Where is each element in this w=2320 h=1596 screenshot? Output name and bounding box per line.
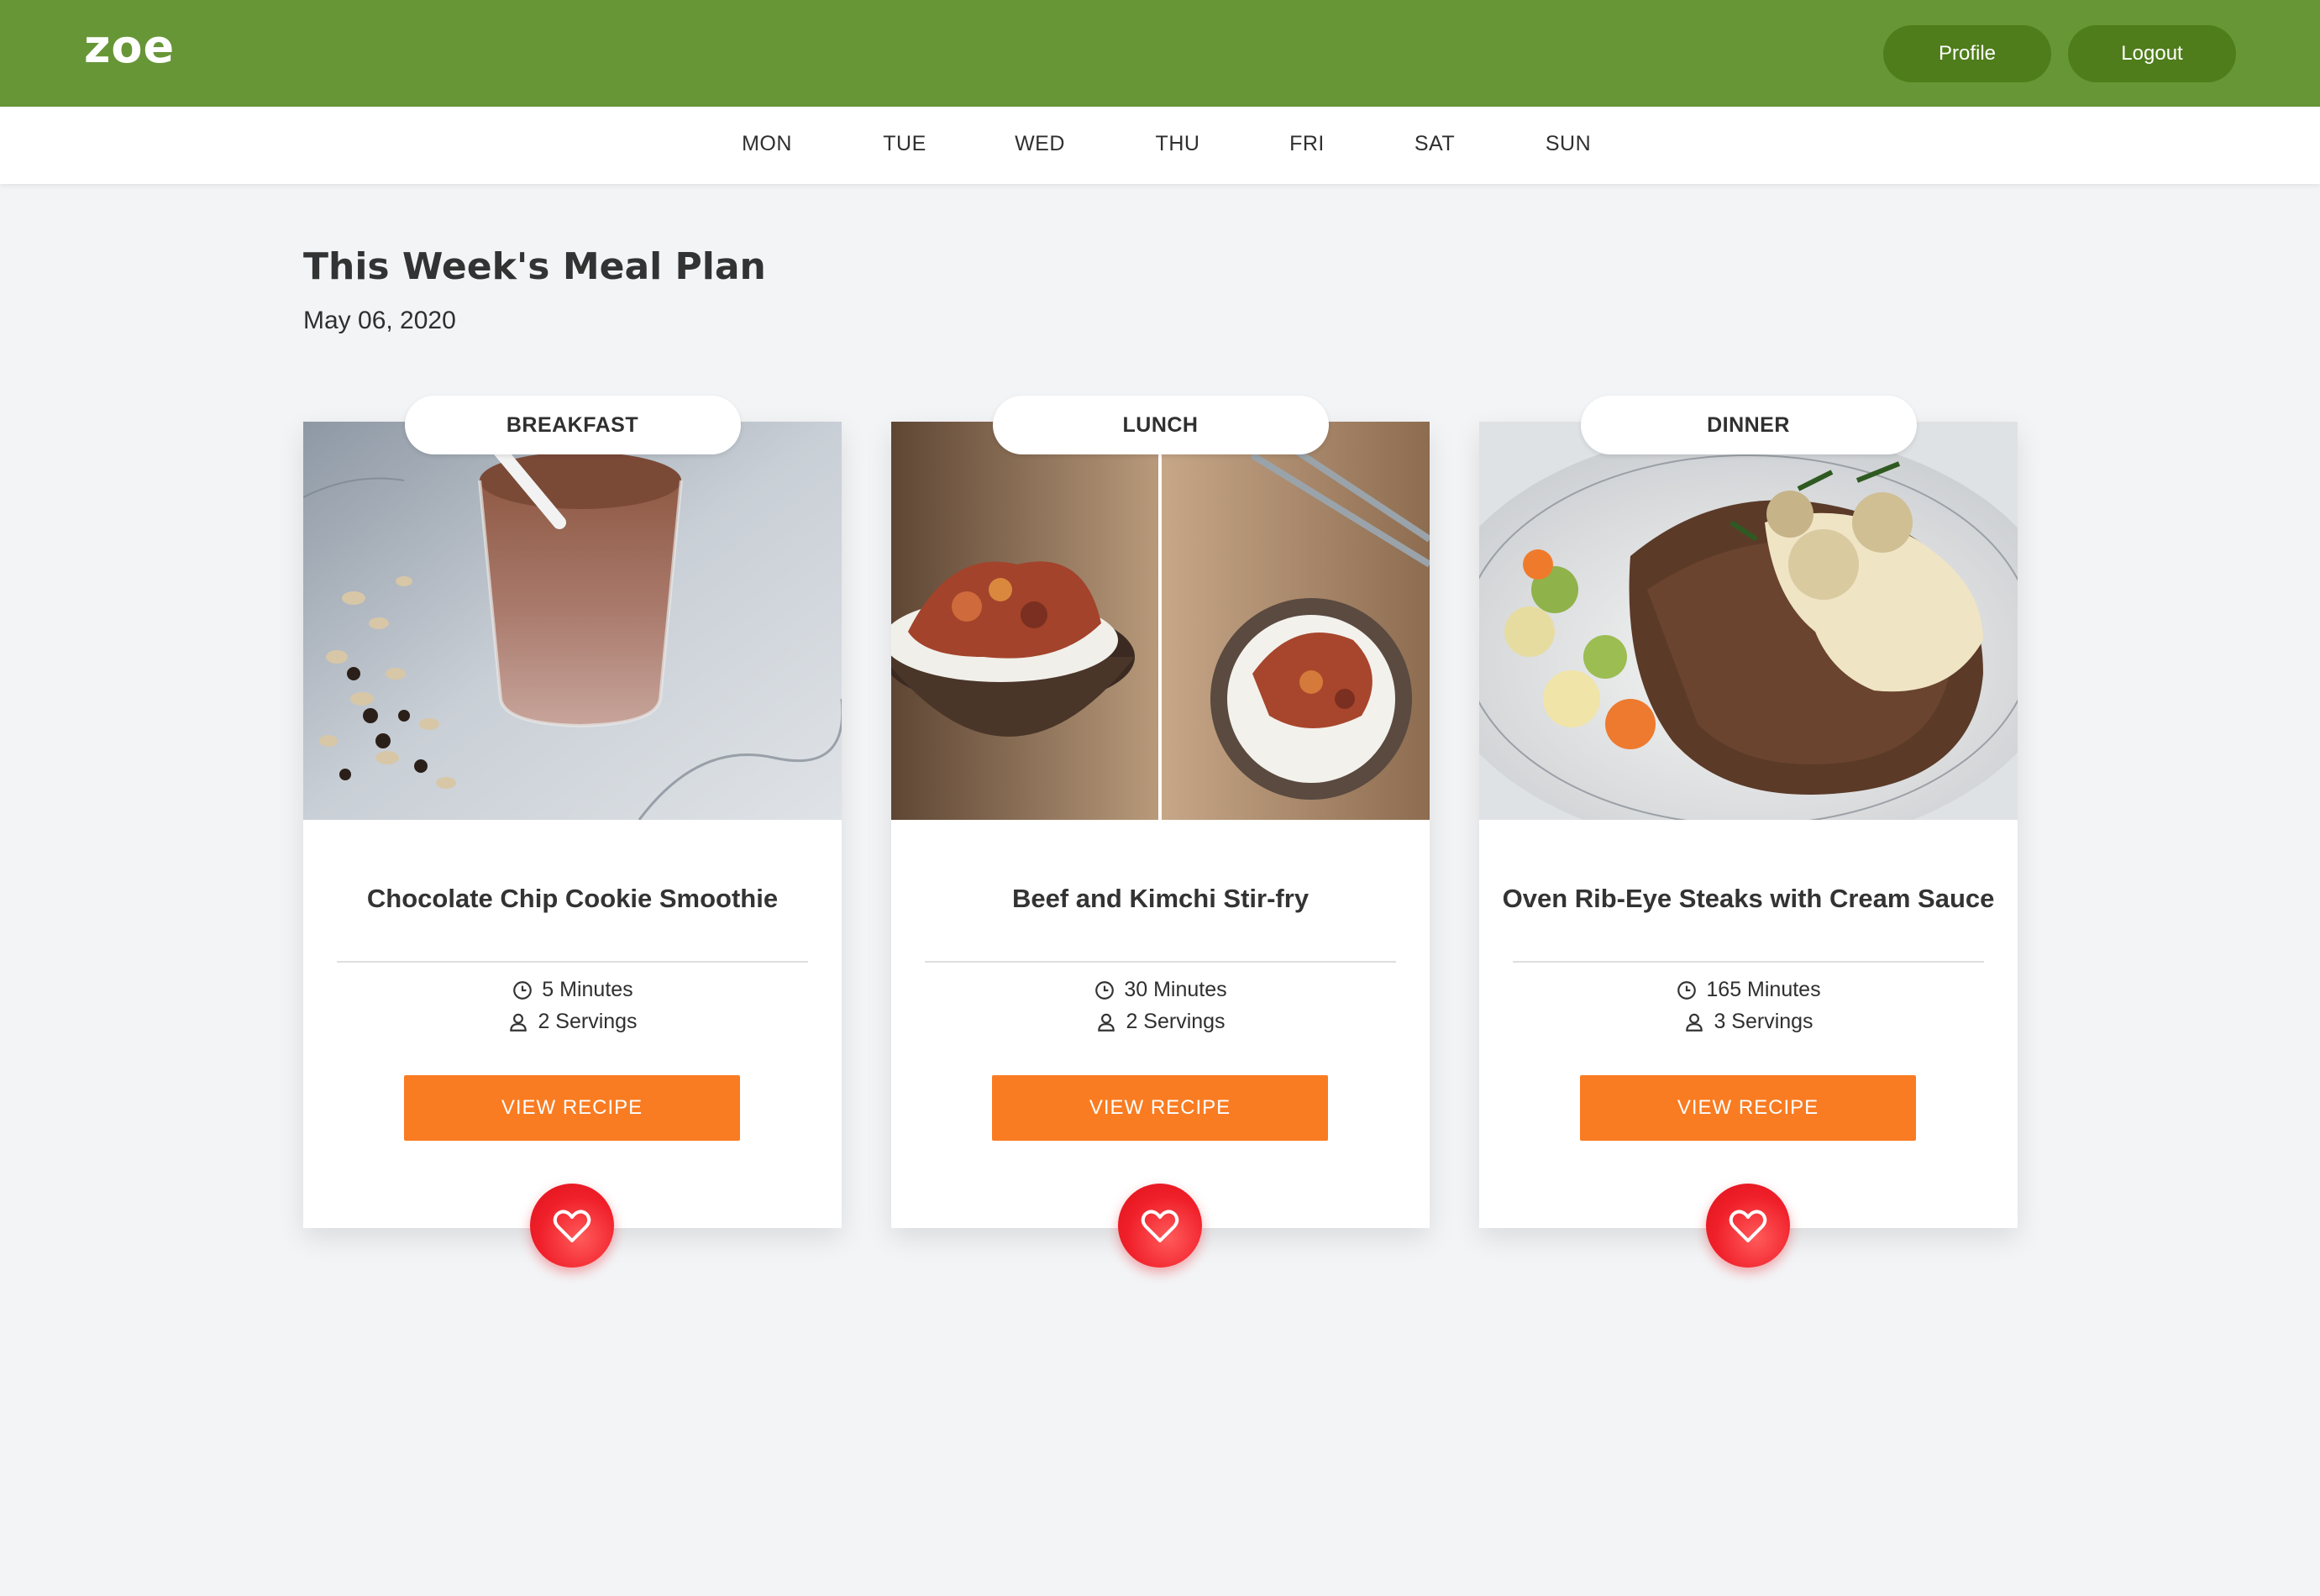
- servings-text: 3 Servings: [1714, 1010, 1813, 1033]
- cook-time-text: 5 Minutes: [542, 978, 633, 1001]
- meal-type-label: BREAKFAST: [404, 396, 741, 454]
- cook-time: 165 Minutes: [1479, 978, 2018, 1002]
- favorite-button[interactable]: [530, 1184, 614, 1268]
- day-tab-mon[interactable]: MON: [742, 132, 792, 156]
- person-icon: [1686, 1013, 1703, 1032]
- cook-time: 30 Minutes: [891, 978, 1430, 1002]
- day-tab-wed[interactable]: WED: [1015, 132, 1065, 156]
- servings-text: 2 Servings: [538, 1010, 638, 1033]
- logout-button[interactable]: Logout: [2068, 25, 2236, 82]
- person-icon: [1098, 1013, 1115, 1032]
- clock-icon: [1677, 980, 1697, 1000]
- day-tab-tue[interactable]: TUE: [883, 132, 926, 156]
- heart-icon: [553, 1210, 591, 1242]
- meal-type-label: LUNCH: [992, 396, 1329, 454]
- cook-time-text: 165 Minutes: [1706, 978, 1821, 1001]
- clock-icon: [1095, 980, 1115, 1000]
- day-tab-thu[interactable]: THU: [1156, 132, 1200, 156]
- cook-time: 5 Minutes: [303, 978, 842, 1002]
- meal-type-label: DINNER: [1580, 396, 1917, 454]
- recipe-image[interactable]: [303, 422, 842, 820]
- person-icon: [510, 1013, 528, 1032]
- favorite-button[interactable]: [1706, 1184, 1790, 1268]
- day-navigation: MON TUE WED THU FRI SAT SUN: [0, 107, 2320, 184]
- top-header: zoe Profile Logout: [0, 0, 2320, 107]
- day-tab-sat[interactable]: SAT: [1415, 132, 1455, 156]
- view-recipe-button[interactable]: VIEW RECIPE: [992, 1075, 1328, 1141]
- recipe-title[interactable]: Chocolate Chip Cookie Smoothie: [303, 884, 842, 914]
- cook-time-text: 30 Minutes: [1124, 978, 1227, 1001]
- day-tab-sun[interactable]: SUN: [1546, 132, 1591, 156]
- recipe-image[interactable]: [891, 422, 1430, 820]
- divider: [337, 961, 808, 963]
- servings: 2 Servings: [891, 1010, 1430, 1034]
- view-recipe-button[interactable]: VIEW RECIPE: [404, 1075, 740, 1141]
- day-tab-fri[interactable]: FRI: [1289, 132, 1325, 156]
- recipe-title[interactable]: Beef and Kimchi Stir-fry: [891, 884, 1430, 914]
- page-title: This Week's Meal Plan: [303, 245, 766, 288]
- meal-card-lunch: LUNCH Beef and Kimchi Stir-fry 30 Minute…: [891, 396, 1430, 1268]
- divider: [925, 961, 1396, 963]
- heart-icon: [1729, 1210, 1767, 1242]
- app-logo[interactable]: zoe: [84, 20, 175, 73]
- meal-card-dinner: DINNER Oven Rib-Eye Steaks with Cream Sa…: [1479, 396, 2018, 1268]
- servings: 2 Servings: [303, 1010, 842, 1034]
- page-date: May 06, 2020: [303, 307, 456, 334]
- favorite-button[interactable]: [1118, 1184, 1202, 1268]
- servings-text: 2 Servings: [1126, 1010, 1226, 1033]
- servings: 3 Servings: [1479, 1010, 2018, 1034]
- clock-icon: [513, 980, 533, 1000]
- view-recipe-button[interactable]: VIEW RECIPE: [1580, 1075, 1916, 1141]
- recipe-image[interactable]: [1479, 422, 2018, 820]
- recipe-title[interactable]: Oven Rib-Eye Steaks with Cream Sauce: [1479, 884, 2018, 914]
- meal-card-breakfast: BREAKFAST Chocolate Chip Cookie Smoothie…: [303, 396, 842, 1268]
- profile-button[interactable]: Profile: [1883, 25, 2051, 82]
- heart-icon: [1141, 1210, 1179, 1242]
- divider: [1513, 961, 1984, 963]
